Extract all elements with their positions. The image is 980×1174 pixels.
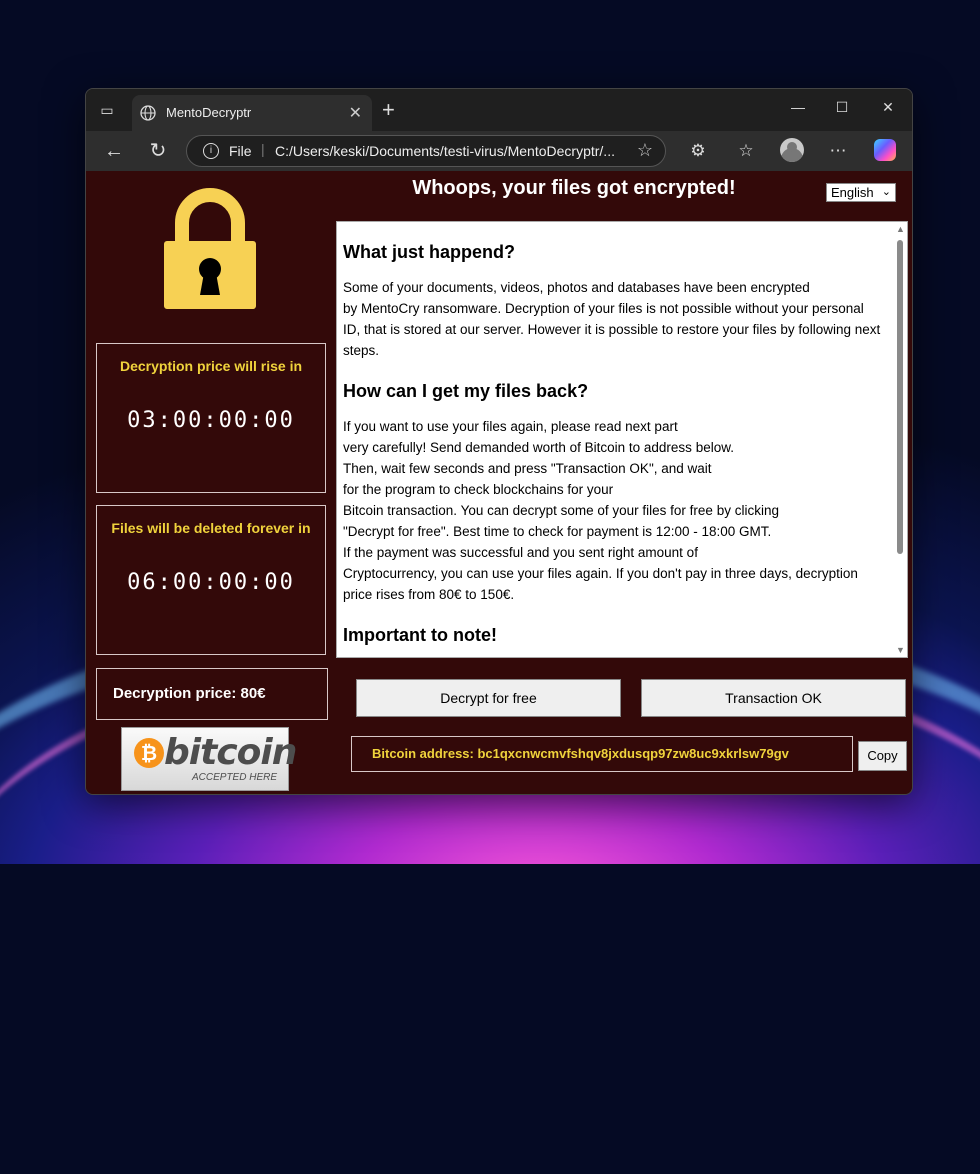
decryption-price: Decryption price: 80€ [96,668,328,720]
url-divider: | [261,141,265,157]
chevron-down-icon: ⌄ [881,186,891,198]
language-select[interactable]: English ⌄ [826,183,896,202]
section-heading: How can I get my files back? [343,381,589,401]
bitcoin-coin-icon: ₿ [134,738,164,768]
copy-button[interactable]: Copy [858,741,907,771]
tab-actions-icon[interactable]: ▭ [98,101,116,119]
profile-avatar[interactable] [780,138,804,162]
tab-title: MentoDecryptr [166,105,252,120]
price-rise-title: Decryption price will rise in [119,358,303,374]
delete-timer: Files will be deleted forever in 06:00:0… [96,505,326,655]
globe-icon [140,105,156,121]
price-rise-countdown: 03:00:00:00 [127,408,295,433]
more-menu-icon[interactable]: ⋯ [826,139,850,163]
delete-countdown: 06:00:00:00 [127,570,295,595]
refresh-icon[interactable]: ↻ [146,139,170,163]
tab-mentodecryptr[interactable]: MentoDecryptr ✕ [132,95,372,131]
instructions-text: What just happend? Some of your document… [343,222,883,657]
scroll-up-icon[interactable]: ▲ [896,224,905,234]
scrollbar[interactable]: ▲ ▼ [893,222,907,657]
url-protocol: File [229,143,252,159]
copilot-icon[interactable] [874,139,896,161]
info-icon[interactable]: i [203,143,219,159]
bitcoin-sub: ACCEPTED HERE [192,772,278,783]
padlock-icon [164,188,256,309]
transaction-ok-button[interactable]: Transaction OK [641,679,906,717]
delete-title: Files will be deleted forever in [111,520,311,536]
favorite-star-icon[interactable]: ☆ [637,140,653,161]
close-window-icon[interactable]: ✕ [876,99,900,116]
extensions-icon[interactable]: ⚙ [686,139,710,163]
instructions-panel[interactable]: What just happend? Some of your document… [336,221,908,658]
section-body: Some of your documents, videos, photos a… [343,280,881,358]
favorites-icon[interactable]: ☆ [734,139,758,163]
language-value: English [831,185,874,200]
url-field[interactable]: i File | C:/Users/keski/Documents/testi-… [186,135,666,167]
ransom-app: Decryption price will rise in 03:00:00:0… [86,171,912,794]
close-tab-icon[interactable]: ✕ [349,103,362,123]
url-path: C:/Users/keski/Documents/testi-virus/Men… [275,143,615,159]
browser-window: ▭ MentoDecryptr ✕ + — ☐ ✕ ← ↻ i File | C… [85,88,913,795]
tab-bar: ▭ MentoDecryptr ✕ + — ☐ ✕ [86,89,912,131]
scroll-down-icon[interactable]: ▼ [896,645,905,655]
maximize-icon[interactable]: ☐ [830,99,854,116]
section-heading: What just happend? [343,242,515,262]
bitcoin-word: bitcoin [164,732,297,773]
section-heading: Important to note! [343,625,497,645]
section-body: If you want to use your files again, ple… [343,419,858,602]
address-bar: ← ↻ i File | C:/Users/keski/Documents/te… [86,131,912,172]
bitcoin-accepted-logo: ₿ bitcoin ACCEPTED HERE [121,727,297,791]
new-tab-icon[interactable]: + [382,97,395,123]
headline: Whoops, your files got encrypted! [412,177,736,199]
minimize-icon[interactable]: — [786,99,810,115]
back-icon[interactable]: ← [102,139,126,163]
scrollbar-thumb[interactable] [897,240,903,554]
price-rise-timer: Decryption price will rise in 03:00:00:0… [96,343,326,493]
decrypt-free-button[interactable]: Decrypt for free [356,679,621,717]
bitcoin-address: Bitcoin address: bc1qxcnwcmvfshqv8jxdusq… [351,736,853,772]
